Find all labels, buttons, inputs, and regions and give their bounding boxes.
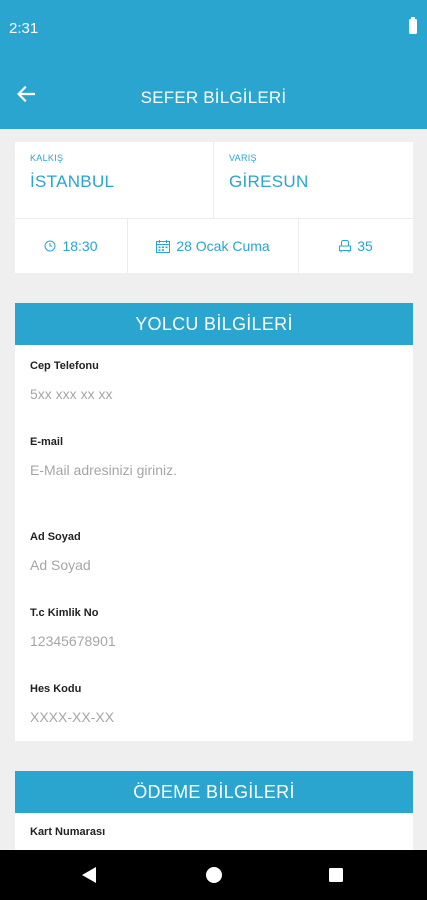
email-field: E-mail	[30, 436, 400, 479]
phone-label: Cep Telefonu	[30, 360, 99, 372]
calendar-icon	[156, 239, 171, 253]
nav-home-button[interactable]	[201, 862, 227, 888]
hes-code-label: Hes Kodu	[30, 683, 82, 695]
trip-details-row: 18:30 28 Ocak Cuma 35	[15, 219, 413, 273]
email-label: E-mail	[30, 436, 64, 448]
nav-back-button[interactable]	[76, 862, 102, 888]
name-field: Ad Soyad	[30, 531, 400, 574]
passenger-info-title: YOLCU BİLGİLERİ	[15, 303, 413, 345]
triangle-back-icon	[82, 867, 96, 883]
departure-date: 28 Ocak Cuma	[128, 219, 299, 273]
id-number-input[interactable]	[30, 632, 400, 650]
circle-home-icon	[206, 867, 222, 883]
seat-number: 35	[299, 219, 413, 273]
hes-code-input[interactable]	[30, 708, 400, 726]
passenger-info-card: YOLCU BİLGİLERİ Cep Telefonu E-mail Ad S…	[15, 303, 413, 741]
trip-summary-card: KALKIŞ İSTANBUL VARIŞ GİRESUN 18:30 28 O…	[15, 142, 413, 273]
card-number-label: Kart Numarası	[30, 826, 106, 838]
date-value: 28 Ocak Cuma	[176, 238, 270, 254]
nav-recents-button[interactable]	[323, 862, 349, 888]
card-number-field: Kart Numarası	[30, 826, 400, 838]
phone-field: Cep Telefonu	[30, 360, 400, 403]
seat-icon	[339, 239, 352, 252]
battery-icon	[409, 17, 417, 34]
square-recents-icon	[329, 868, 343, 882]
time-value: 18:30	[62, 238, 98, 254]
departure-time: 18:30	[15, 219, 128, 273]
departure-label: KALKIŞ	[30, 153, 64, 163]
system-nav-bar	[0, 850, 427, 900]
status-time: 2:31	[9, 20, 39, 37]
departure-city: İSTANBUL	[30, 172, 115, 191]
arrival-label: VARIŞ	[229, 153, 257, 163]
arrival: VARIŞ GİRESUN	[214, 142, 413, 219]
departure: KALKIŞ İSTANBUL	[15, 142, 214, 219]
seat-value: 35	[357, 238, 373, 254]
app-bar: SEFER BİLGİLERİ	[0, 56, 427, 129]
id-number-field: T.c Kimlik No	[30, 607, 400, 650]
hes-code-field: Hes Kodu	[30, 683, 400, 726]
name-input[interactable]	[30, 556, 400, 574]
route-row: KALKIŞ İSTANBUL VARIŞ GİRESUN	[15, 142, 413, 219]
email-input[interactable]	[30, 461, 400, 479]
payment-info-title: ÖDEME BİLGİLERİ	[15, 771, 413, 813]
name-label: Ad Soyad	[30, 531, 81, 543]
clock-icon	[44, 240, 56, 252]
status-bar: 2:31	[0, 0, 427, 56]
id-number-label: T.c Kimlik No	[30, 607, 99, 619]
arrival-city: GİRESUN	[229, 172, 309, 191]
page-title: SEFER BİLGİLERİ	[140, 88, 287, 107]
payment-info-card: ÖDEME BİLGİLERİ Kart Numarası	[15, 771, 413, 850]
phone-input[interactable]	[30, 385, 400, 403]
